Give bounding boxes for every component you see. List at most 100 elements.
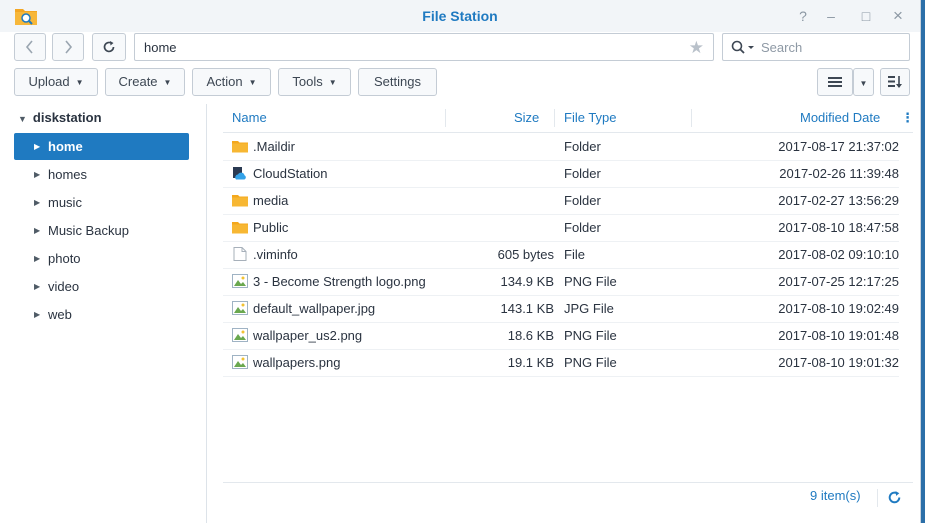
column-divider[interactable] [445,109,446,127]
file-modified-date: 2017-02-27 13:56:29 [778,193,899,208]
file-size: 19.1 KB [507,355,554,370]
file-row[interactable]: CloudStation Folder 2017-02-26 11:39:48 [223,160,899,188]
file-modified-date: 2017-02-26 11:39:48 [779,166,899,181]
file-name: default_wallpaper.jpg [253,301,376,316]
tree-item-web[interactable]: ▶ web [14,301,189,328]
column-header-size[interactable]: Size [514,104,539,132]
file-name: media [253,193,289,208]
path-text: home [144,40,177,55]
file-modified-date: 2017-08-17 21:37:02 [778,139,899,154]
maximize-icon[interactable]: □ [857,7,875,25]
tree-root-label: diskstation [32,110,102,125]
column-divider[interactable] [691,109,692,127]
file-size: 18.6 KB [507,328,554,343]
expanded-arrow-icon[interactable]: ▼ [18,114,27,124]
file-size: 134.9 KB [500,274,555,289]
file-type: JPG File [564,301,614,316]
status-divider [223,482,913,483]
collapsed-arrow-icon[interactable]: ▶ [34,189,40,216]
file-type: PNG File [564,274,617,289]
action-button[interactable]: Action ▼ [192,68,271,96]
refresh-icon[interactable] [887,490,902,505]
star-icon[interactable]: ★ [689,38,704,58]
file-name: Public [253,220,289,235]
forward-button[interactable] [52,33,84,61]
sort-icon [888,76,902,88]
image-file-icon [232,274,248,288]
file-name: .Maildir [253,139,295,154]
view-mode-dropdown[interactable]: ▼ [853,68,874,96]
file-name: wallpapers.png [253,355,341,370]
file-row[interactable]: wallpaper_us2.png 18.6 KB PNG File 2017-08-… [223,322,899,350]
collapsed-arrow-icon[interactable]: ▶ [34,301,40,328]
upload-button[interactable]: Upload ▼ [14,68,98,96]
minimize-icon[interactable]: – [822,7,840,25]
collapsed-arrow-icon[interactable]: ▶ [34,217,40,244]
chevron-left-icon [25,40,33,54]
file-size: 143.1 KB [500,301,555,316]
close-icon[interactable]: × [889,7,907,25]
file-row[interactable]: default_wallpaper.jpg 143.1 KB JPG File 201… [223,295,899,323]
column-divider[interactable] [554,109,555,127]
tree-item-label: Music Backup [48,223,129,238]
tree-item-photo[interactable]: ▶ photo [14,245,189,272]
folder-icon [232,222,248,234]
caret-down-icon: ▼ [328,77,337,87]
column-header-name[interactable]: Name [232,104,267,132]
list-view-icon [828,77,842,87]
sort-button[interactable] [880,68,910,96]
tree-root-diskstation[interactable]: ▼ diskstation [18,104,102,132]
collapsed-arrow-icon[interactable]: ▶ [34,245,40,272]
file-row[interactable]: wallpapers.png 19.1 KB PNG File 2017-08-10 … [223,349,899,377]
tree-item-homes[interactable]: ▶ homes [14,161,189,188]
help-icon[interactable]: ? [794,7,812,25]
file-size: 605 bytes [497,247,554,262]
file-row[interactable]: .Maildir Folder 2017-08-17 21:37:02 [223,133,899,161]
collapsed-arrow-icon[interactable]: ▶ [34,161,40,188]
tree-item-music-backup[interactable]: ▶ Music Backup [14,217,189,244]
item-count: 9 item(s) [810,488,861,503]
caret-down-icon: ▼ [75,77,84,87]
tools-button[interactable]: Tools ▼ [278,68,351,96]
file-name: CloudStation [253,166,328,181]
file-name: .viminfo [253,247,298,262]
tree-item-video[interactable]: ▶ video [14,273,189,300]
collapsed-arrow-icon[interactable]: ▶ [34,133,40,160]
file-type: Folder [564,139,601,154]
refresh-button[interactable] [92,33,126,61]
action-toolbar: Upload ▼ Create ▼ Action ▼ Tools ▼ Settings … [0,68,920,98]
create-button[interactable]: Create ▼ [105,68,185,96]
file-modified-date: 2017-08-10 19:01:48 [778,328,899,343]
file-row[interactable]: Public Folder 2017-08-10 18:47:58 [223,214,899,242]
file-type: File [564,247,585,262]
tree-item-label: music [48,195,82,210]
view-mode-button[interactable] [817,68,853,96]
navigation-bar: home ★ Search [0,32,920,62]
back-button[interactable] [14,33,46,61]
tree-item-home[interactable]: ▶ home [14,133,189,160]
column-header-file-type[interactable]: File Type [564,104,617,132]
column-header-modified-date[interactable]: Modified Date [800,104,880,132]
column-options-icon[interactable]: ⋮ [901,104,914,132]
tree-item-label: web [48,307,72,322]
file-type: Folder [564,193,601,208]
file-type: PNG File [564,328,617,343]
create-label: Create [118,74,158,89]
collapsed-arrow-icon[interactable]: ▶ [34,273,40,300]
settings-label: Settings [374,74,421,89]
file-row[interactable]: .viminfo 605 bytes File 2017-08-02 09:10:10 [223,241,899,269]
path-field[interactable]: home ★ [134,33,714,61]
file-icon [233,247,247,261]
tree-item-music[interactable]: ▶ music [14,189,189,216]
image-file-icon [232,301,248,315]
settings-button[interactable]: Settings [358,68,437,96]
title-bar: File Station ? – □ × [0,0,920,32]
cloudstation-folder-icon [233,167,246,180]
file-station-window: File Station ? – □ × home ★ Search Uploa… [0,0,921,523]
file-modified-date: 2017-08-10 19:02:49 [778,301,899,316]
image-file-icon [232,328,248,342]
file-row[interactable]: media Folder 2017-02-27 13:56:29 [223,187,899,215]
file-row[interactable]: 3 - Become Strength logo.png 134.9 KB PNG … [223,268,899,296]
status-divider-vertical [877,489,878,507]
search-input[interactable]: Search [722,33,910,61]
